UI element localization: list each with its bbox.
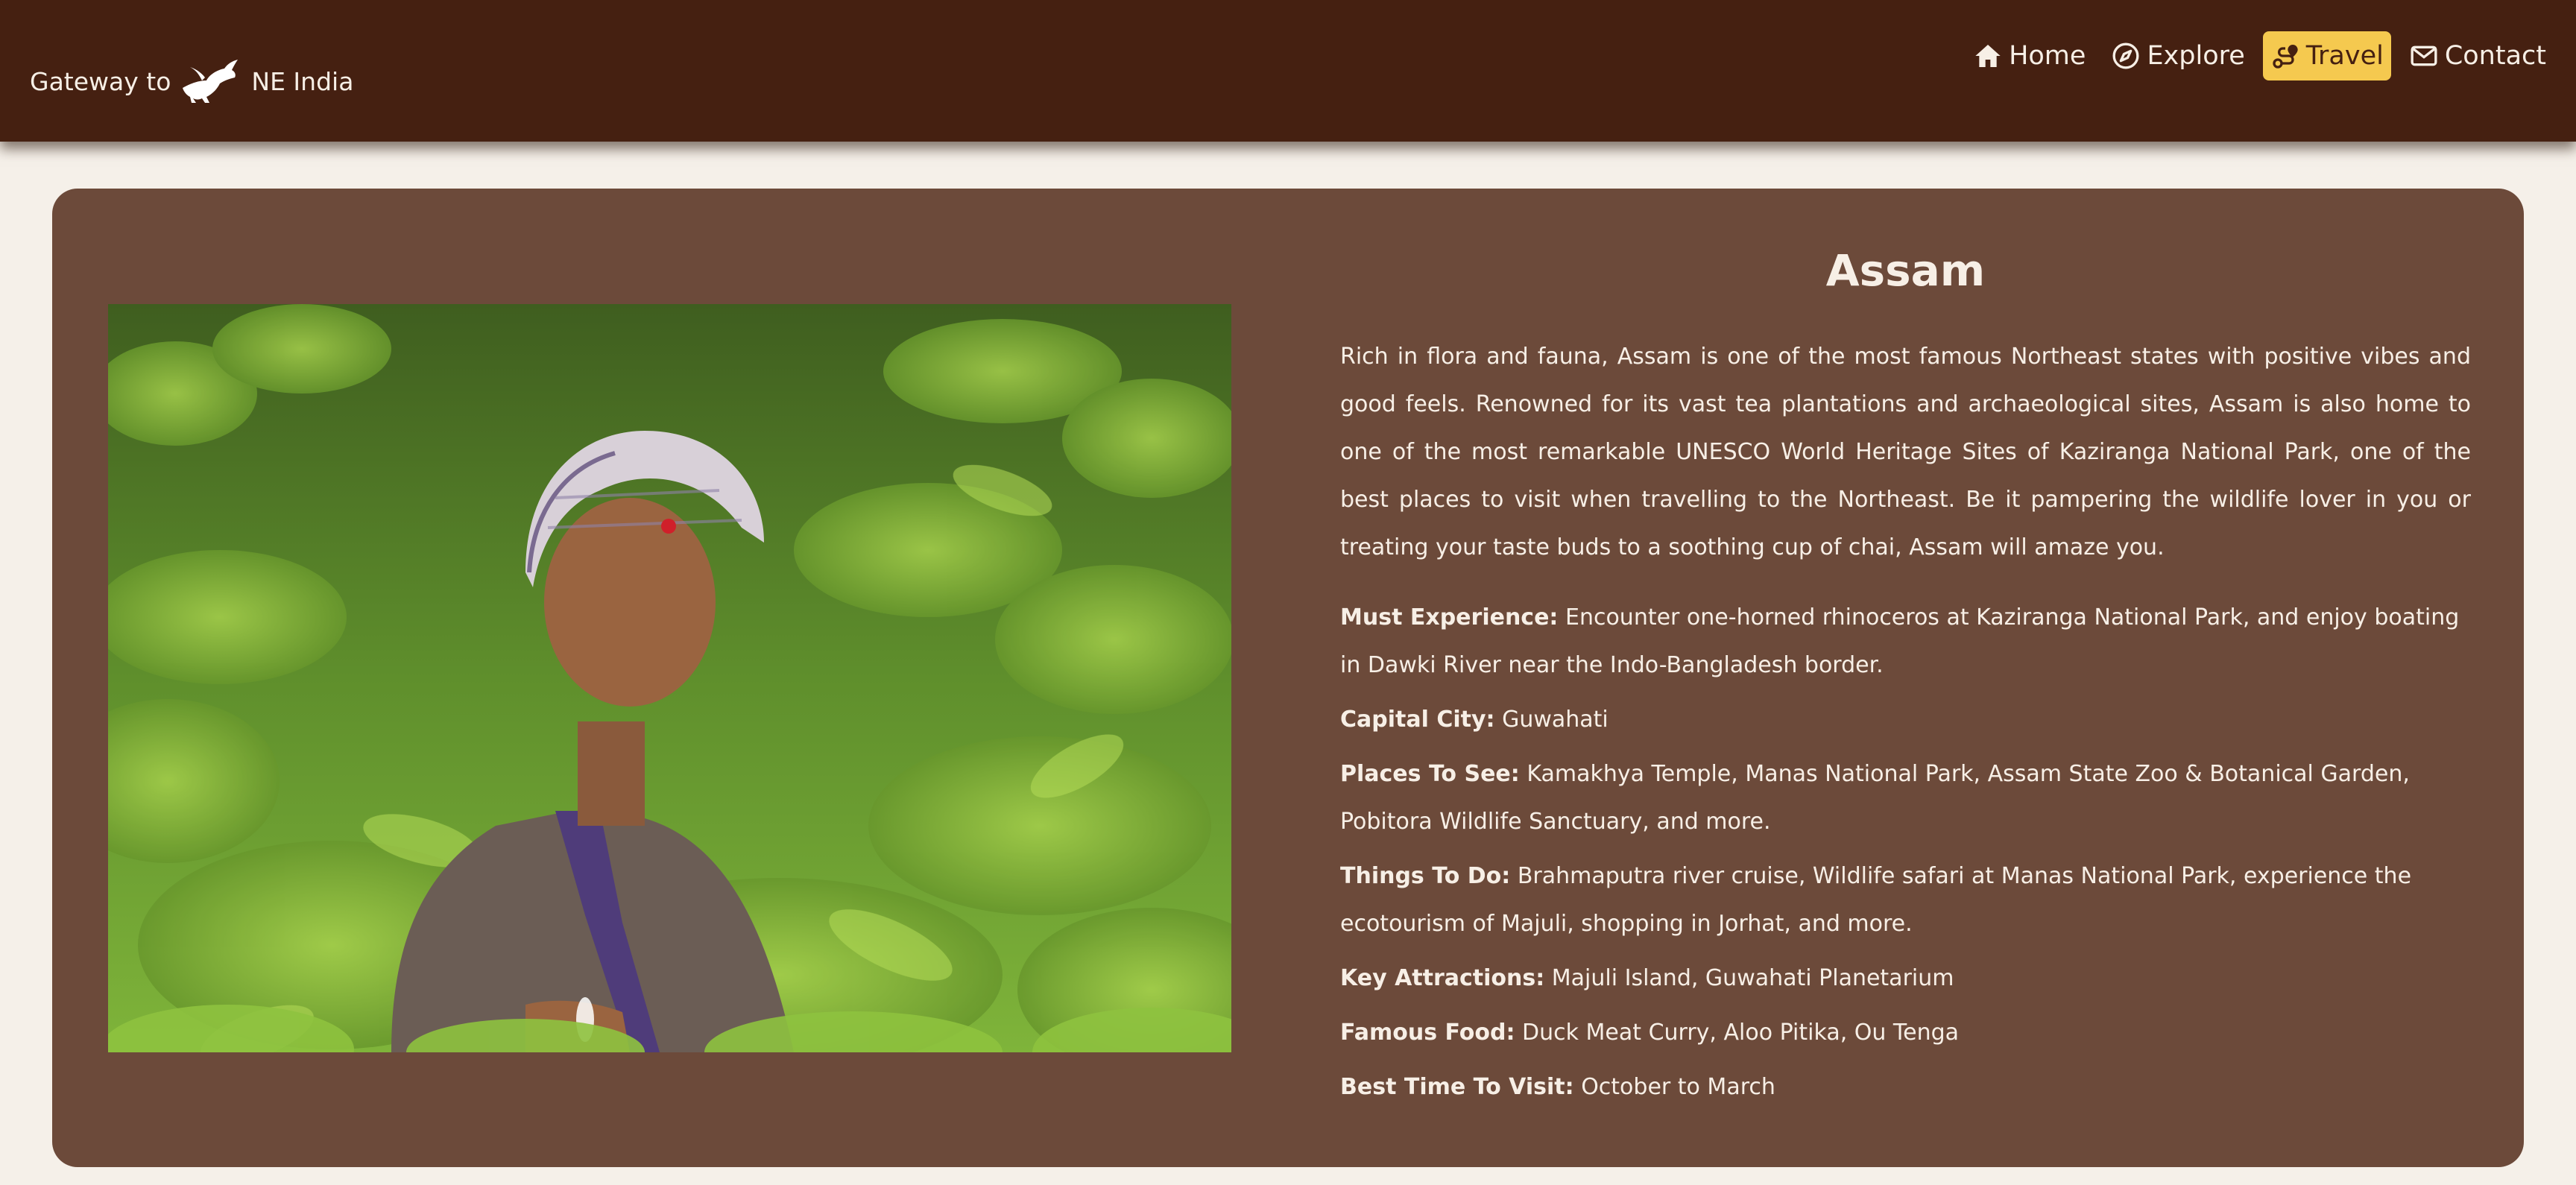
state-info: Assam Rich in flora and fauna, Assam is … (1340, 233, 2471, 1118)
fact-key-attractions: Key Attractions: Majuli Island, Guwahati… (1340, 955, 2471, 1002)
fact-value: October to March (1581, 1074, 1775, 1100)
fact-value: Guwahati (1502, 707, 1609, 733)
compass-icon (2112, 42, 2139, 69)
navbar: Gateway to NE India Home Explore Travel … (0, 0, 2576, 142)
fact-things-to-do: Things To Do: Brahmaputra river cruise, … (1340, 853, 2471, 948)
nav-home-label: Home (2009, 41, 2086, 71)
state-facts: Must Experience: Encounter one-horned rh… (1340, 594, 2471, 1111)
fact-must-experience: Must Experience: Encounter one-horned rh… (1340, 594, 2471, 689)
fact-label: Key Attractions: (1340, 965, 1545, 991)
nav-travel-label: Travel (2305, 41, 2384, 71)
fact-label: Things To Do: (1340, 863, 1511, 889)
state-card: Assam Rich in flora and fauna, Assam is … (52, 189, 2524, 1167)
state-description: Rich in flora and fauna, Assam is one of… (1340, 344, 2471, 560)
nav-explore-label: Explore (2147, 41, 2245, 71)
main-nav: Home Explore Travel Contact (1955, 30, 2554, 82)
fact-label: Famous Food: (1340, 1020, 1515, 1046)
fact-value: Majuli Island, Guwahati Planetarium (1551, 965, 1954, 991)
state-photo (108, 304, 1231, 1052)
fact-value: Duck Meat Curry, Aloo Pitika, Ou Tenga (1522, 1020, 1960, 1046)
fact-famous-food: Famous Food: Duck Meat Curry, Aloo Pitik… (1340, 1009, 2471, 1057)
fact-places-to-see: Places To See: Kamakhya Temple, Manas Na… (1340, 750, 2471, 846)
nav-travel[interactable]: Travel (2262, 31, 2391, 80)
fact-label: Best Time To Visit: (1340, 1074, 1574, 1100)
brand-prefix: Gateway to (30, 66, 171, 96)
fact-label: Must Experience: (1340, 604, 1559, 631)
fact-best-time-to-visit: Best Time To Visit: October to March (1340, 1064, 2471, 1111)
nav-contact[interactable]: Contact (2402, 31, 2554, 80)
bird-icon (180, 58, 241, 104)
nav-explore[interactable]: Explore (2103, 31, 2252, 80)
envelope-icon (2411, 45, 2437, 66)
state-title: Assam (1825, 245, 1986, 296)
fact-label: Places To See: (1340, 761, 1520, 787)
nav-contact-label: Contact (2444, 41, 2546, 71)
home-icon (1975, 45, 2001, 67)
fact-capital-city: Capital City: Guwahati (1340, 696, 2471, 744)
fact-label: Capital City: (1340, 707, 1495, 733)
nav-home[interactable]: Home (1966, 31, 2093, 80)
route-icon (2273, 45, 2298, 69)
brand-suffix: NE India (251, 66, 354, 96)
brand-logo[interactable]: Gateway to NE India (30, 58, 353, 104)
